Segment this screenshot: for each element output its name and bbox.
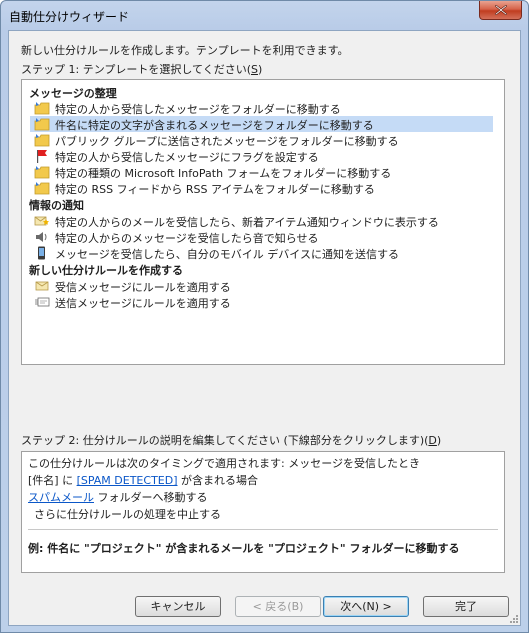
finish-button[interactable]: 完了 [423,596,509,617]
next-button[interactable]: 次へ(N) > [323,596,409,617]
template-item-flag-from-person[interactable]: 特定の人から受信したメッセージにフラグを設定する [30,148,493,164]
flag-icon [37,150,47,163]
back-button[interactable]: < 戻る(B) [235,596,321,617]
description-line-trigger: この仕分けルールは次のタイミングで適用されます: メッセージを受信したとき [28,457,420,470]
folder-move-icon [34,118,50,131]
title-bar[interactable]: 自動仕分けウィザード [1,1,528,29]
intro-text: 新しい仕分けルールを作成します。テンプレートを利用できます。 [21,44,349,57]
template-item-move-infopath[interactable]: 特定の種類の Microsoft InfoPath フォームをフォルダーに移動す… [30,164,493,180]
resize-grip-icon[interactable] [508,613,518,623]
spam-keyword-link[interactable]: [SPAM DETECTED] [77,474,178,487]
description-line-action: スパムメール フォルダーへ移動する [28,491,208,504]
outgoing-mail-icon [35,297,50,307]
window-title: 自動仕分けウィザード [9,10,130,24]
description-divider [28,529,498,530]
wizard-body: 新しい仕分けルールを作成します。テンプレートを利用できます。 ステップ 1: テ… [8,30,521,626]
template-item-mobile-notify[interactable]: メッセージを受信したら、自分のモバイル デバイスに通知を送信する [30,245,493,261]
template-item-new-mail-alert[interactable]: 特定の人からのメールを受信したら、新着アイテム通知ウィンドウに表示する [30,213,493,229]
template-item-sound-alert[interactable]: 特定の人からのメッセージを受信したら音で知らせる [30,229,493,245]
group-header-notify: 情報の通知 [29,199,84,212]
group-header-new-rule: 新しい仕分けルールを作成する [29,264,183,277]
wizard-window: 自動仕分けウィザード 新しい仕分けルールを作成します。テンプレートを利用できます… [0,0,529,633]
template-item-move-rss[interactable]: 特定の RSS フィードから RSS アイテムをフォルダーに移動する [30,180,493,196]
cancel-button[interactable]: キャンセル [135,596,221,617]
group-header-organize: メッセージの整理 [29,87,117,100]
description-line-condition: [件名] に [SPAM DETECTED] が含まれる場合 [28,474,258,487]
template-item-outgoing-rule[interactable]: 送信メッセージにルールを適用する [30,294,493,310]
example-text: 例: 件名に "プロジェクト" が含まれるメールを "プロジェクト" フォルダー… [28,542,460,555]
template-item-incoming-rule[interactable]: 受信メッセージにルールを適用する [30,278,493,294]
step1-label: ステップ 1: テンプレートを選択してください(S) [21,63,263,76]
new-mail-alert-icon [34,216,49,226]
template-item-move-by-subject[interactable]: 件名に特定の文字が含まれるメッセージをフォルダーに移動する [30,116,493,132]
folder-move-icon [34,134,50,147]
incoming-mail-icon [35,281,49,291]
description-line-stop: さらに仕分けルールの処理を中止する [34,508,221,521]
template-item-move-public-group[interactable]: パブリック グループに送信されたメッセージをフォルダーに移動する [30,132,493,148]
spam-folder-link[interactable]: スパムメール [28,491,94,504]
folder-move-icon [34,102,50,115]
rule-description-box: この仕分けルールは次のタイミングで適用されます: メッセージを受信したとき [件… [21,451,505,573]
folder-move-icon [34,182,50,195]
template-list[interactable]: メッセージの整理 特定の人から受信したメッセージをフォルダーに移動する 件名に特… [21,79,505,365]
step2-label: ステップ 2: 仕分けルールの説明を編集してください (下線部分をクリックします… [21,434,442,447]
close-button[interactable] [479,1,522,20]
mobile-device-icon [38,246,45,260]
speaker-icon [36,232,47,242]
template-item-move-from-person[interactable]: 特定の人から受信したメッセージをフォルダーに移動する [30,100,493,116]
close-icon [495,5,507,15]
folder-move-icon [34,166,50,179]
